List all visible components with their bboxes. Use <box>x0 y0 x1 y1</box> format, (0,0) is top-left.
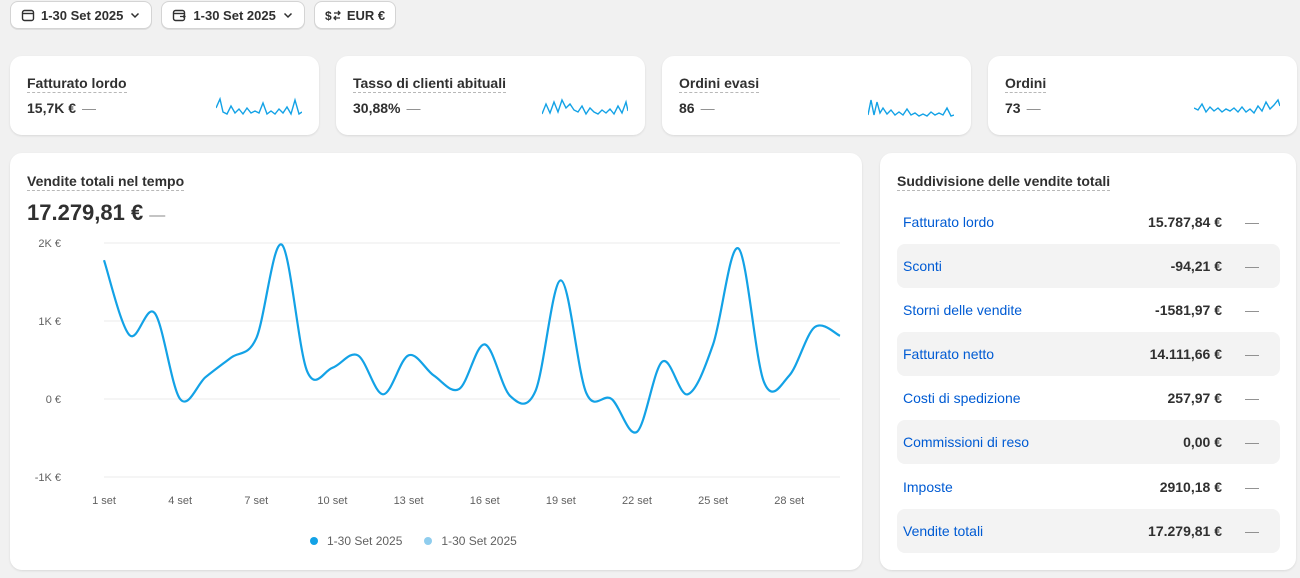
x-tick-label: 1 set <box>92 495 116 507</box>
kpi-change: — <box>406 100 421 116</box>
breakdown-change: — <box>1245 479 1259 495</box>
kpi-change: — <box>700 100 715 116</box>
kpi-value: 15,7K € — <box>27 100 96 116</box>
breakdown-row-shipping: Costi di spedizione 257,97 € — <box>897 376 1280 420</box>
kpi-card-orders[interactable]: Ordini 73 — <box>988 56 1297 135</box>
kpi-change: — <box>82 100 97 116</box>
breakdown-row-total-sales: Vendite totali 17.279,81 € — <box>897 509 1280 553</box>
breakdown-row-net-revenue: Fatturato netto 14.111,66 € — <box>897 332 1280 376</box>
x-tick-label: 25 set <box>698 495 728 507</box>
date-range-label: 1-30 Set 2025 <box>41 7 124 23</box>
x-tick-label: 10 set <box>317 495 347 507</box>
breakdown-change: — <box>1245 523 1259 539</box>
legend-item-current[interactable]: 1-30 Set 2025 <box>310 534 402 548</box>
breakdown-change: — <box>1245 302 1259 318</box>
breakdown-link[interactable]: Sconti <box>903 258 942 274</box>
kpi-card-returning-customers[interactable]: Tasso di clienti abituali 30,88% — <box>336 56 645 135</box>
sales-line-chart[interactable]: 2K € 1K € 0 € -1K € 1 set 4 set 7 set 10 set 13 … <box>10 153 862 523</box>
kpi-value: 30,88% — <box>353 100 420 116</box>
kpi-title[interactable]: Fatturato lordo <box>27 75 127 93</box>
sparkline-orders <box>1194 98 1280 115</box>
kpi-value-text: 73 <box>1005 100 1021 116</box>
sparkline-gross-revenue <box>216 96 302 116</box>
breakdown-link[interactable]: Imposte <box>903 479 953 495</box>
x-tick-label: 16 set <box>470 495 500 507</box>
x-tick-label: 4 set <box>168 495 192 507</box>
kpi-card-fulfilled-orders[interactable]: Ordini evasi 86 — <box>662 56 971 135</box>
x-tick-label: 7 set <box>244 495 268 507</box>
legend-item-comparison[interactable]: 1-30 Set 2025 <box>424 534 517 548</box>
chevron-down-icon <box>283 12 292 19</box>
sparkline-fulfilled-orders <box>868 99 954 117</box>
legend-label-current: 1-30 Set 2025 <box>327 534 403 548</box>
breakdown-change: — <box>1245 434 1259 450</box>
breakdown-change: — <box>1245 258 1259 274</box>
breakdown-row-return-fees: Commissioni di reso 0,00 € — <box>897 420 1280 464</box>
compare-range-button[interactable]: 1-30 Set 2025 <box>161 1 305 29</box>
breakdown-link[interactable]: Commissioni di reso <box>903 434 1029 450</box>
breakdown-row-gross-revenue: Fatturato lordo 15.787,84 € — <box>897 200 1280 244</box>
y-tick-label: 1K € <box>38 316 61 328</box>
kpi-change: — <box>1026 100 1041 116</box>
currency-exchange-icon: $ <box>325 9 341 22</box>
kpi-value-text: 15,7K € <box>27 100 77 116</box>
breakdown-link[interactable]: Vendite totali <box>903 523 983 539</box>
breakdown-value: 15.787,84 € <box>1148 214 1222 230</box>
x-tick-label: 19 set <box>546 495 576 507</box>
legend-dot-current <box>310 537 318 545</box>
breakdown-row-returns: Storni delle vendite -1581,97 € — <box>897 288 1280 332</box>
breakdown-value: 257,97 € <box>1167 390 1223 406</box>
currency-label: EUR € <box>346 7 386 23</box>
series-line-current[interactable] <box>102 243 841 434</box>
breakdown-link[interactable]: Storni delle vendite <box>903 302 1022 318</box>
chevron-down-icon <box>131 12 140 19</box>
calendar-icon <box>21 9 35 22</box>
breakdown-row-taxes: Imposte 2910,18 € — <box>897 465 1280 509</box>
breakdown-value: 2910,18 € <box>1159 479 1222 495</box>
date-range-button[interactable]: 1-30 Set 2025 <box>10 1 153 29</box>
y-tick-label: 2K € <box>38 238 61 250</box>
breakdown-row-discounts: Sconti -94,21 € — <box>897 244 1280 288</box>
kpi-value: 86 — <box>679 100 715 116</box>
kpi-title[interactable]: Ordini <box>1005 75 1047 93</box>
kpi-card-gross-revenue[interactable]: Fatturato lordo 15,7K € — <box>10 56 319 135</box>
sales-over-time-card: Vendite totali nel tempo 17.279,81 € — 2K… <box>10 153 862 570</box>
breakdown-value: 0,00 € <box>1183 434 1222 450</box>
breakdown-link[interactable]: Fatturato netto <box>903 346 994 362</box>
sales-breakdown-card: Suddivisione delle vendite totali Fattur… <box>880 153 1296 570</box>
y-tick-label: -1K € <box>35 472 61 484</box>
currency-button[interactable]: $ EUR € <box>313 1 397 29</box>
x-tick-label: 13 set <box>394 495 424 507</box>
breakdown-value: -1581,97 € <box>1155 302 1222 318</box>
kpi-value-text: 30,88% <box>353 100 401 116</box>
breakdown-change: — <box>1245 346 1259 362</box>
breakdown-change: — <box>1245 214 1259 230</box>
sales-breakdown-title[interactable]: Suddivisione delle vendite totali <box>897 173 1111 191</box>
kpi-value: 73 — <box>1005 100 1041 116</box>
breakdown-link[interactable]: Fatturato lordo <box>903 214 994 230</box>
y-tick-label: 0 € <box>46 394 61 406</box>
breakdown-value: -94,21 € <box>1170 258 1222 274</box>
calendar-compare-icon <box>173 9 187 22</box>
svg-text:$: $ <box>325 9 332 22</box>
kpi-title[interactable]: Ordini evasi <box>679 75 760 93</box>
toolbar: 1-30 Set 2025 1-30 Set 2025 $ EUR € <box>10 1 397 29</box>
x-tick-label: 28 set <box>774 495 804 507</box>
kpi-value-text: 86 <box>679 100 695 116</box>
legend-dot-comparison <box>424 537 433 545</box>
kpi-title[interactable]: Tasso di clienti abituali <box>353 75 506 93</box>
compare-range-label: 1-30 Set 2025 <box>193 7 276 23</box>
sparkline-returning-customers <box>542 98 628 116</box>
x-tick-label: 22 set <box>622 495 652 507</box>
breakdown-link[interactable]: Costi di spedizione <box>903 390 1021 406</box>
breakdown-change: — <box>1245 390 1259 406</box>
chart-legend: 1-30 Set 2025 1-30 Set 2025 <box>310 534 517 548</box>
breakdown-value: 17.279,81 € <box>1148 523 1222 539</box>
breakdown-value: 14.111,66 € <box>1149 346 1222 362</box>
legend-label-comparison: 1-30 Set 2025 <box>441 534 517 548</box>
